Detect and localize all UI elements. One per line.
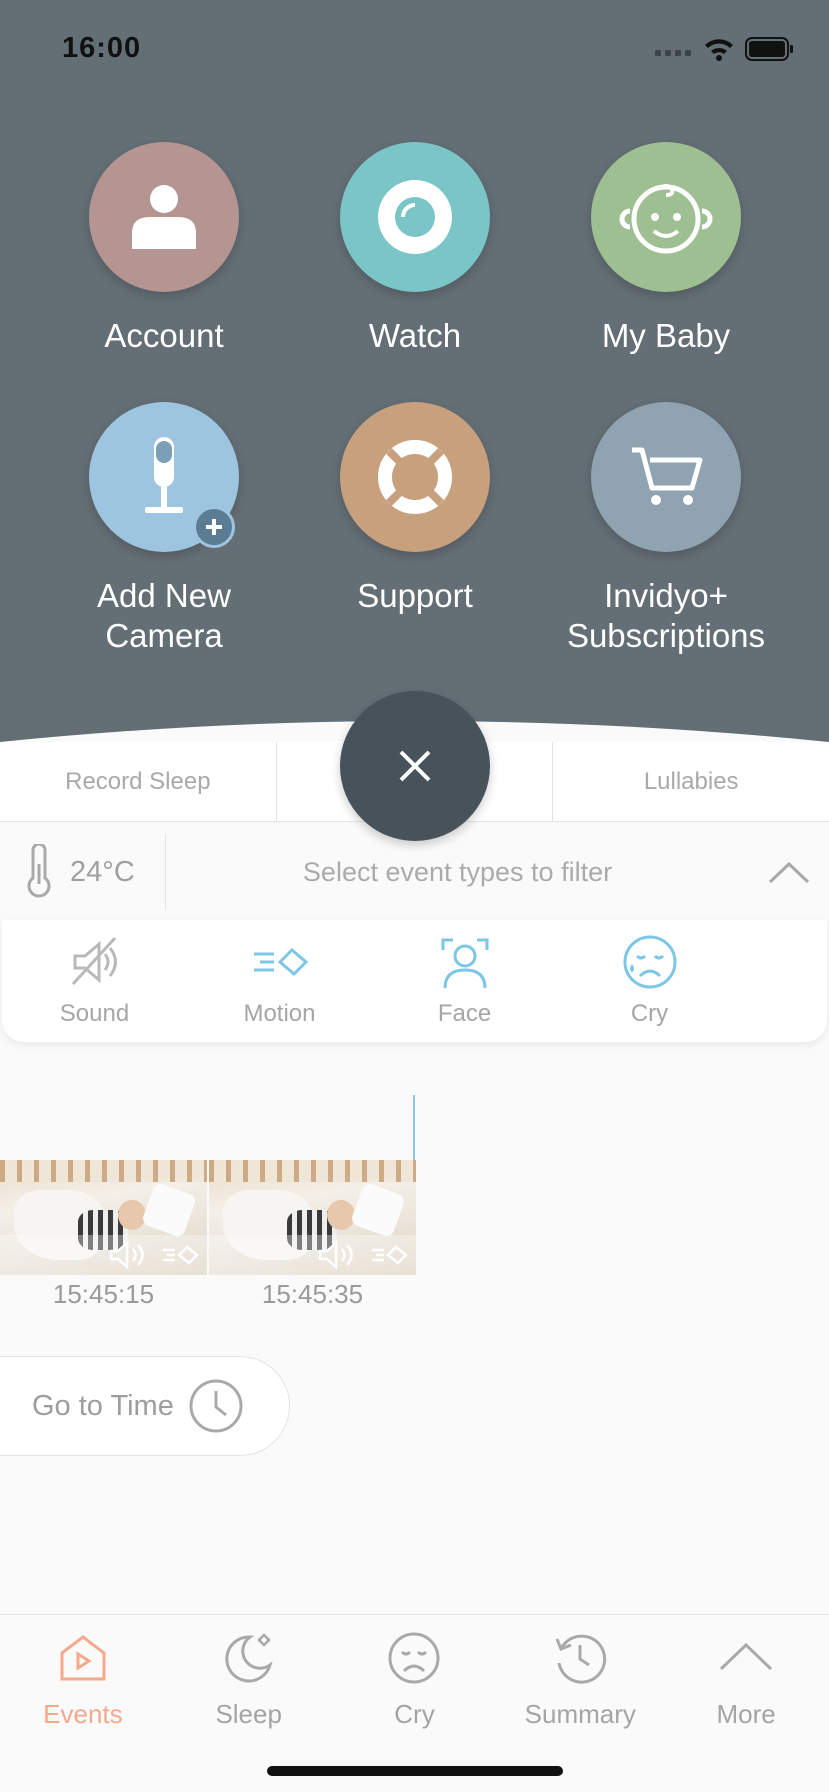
person-icon	[132, 185, 196, 249]
filter-face[interactable]: Face	[372, 932, 557, 1042]
events-icon	[60, 1635, 106, 1681]
camera-lens-icon	[378, 180, 452, 254]
face-detect-icon	[441, 938, 488, 989]
battery-icon	[745, 37, 793, 61]
sound-icon	[318, 1240, 353, 1270]
watch-button[interactable]	[340, 142, 490, 292]
clock-icon	[189, 1379, 243, 1433]
event-thumbnail[interactable]: 15:45:15	[0, 1160, 207, 1311]
account-button[interactable]	[89, 142, 239, 292]
plus-icon	[206, 519, 222, 535]
event-snapshot	[209, 1160, 416, 1275]
nav-more[interactable]: More	[663, 1615, 829, 1792]
my-baby-button[interactable]	[591, 142, 741, 292]
status-bar: 16:00	[0, 28, 829, 72]
support-label: Support	[357, 577, 473, 614]
filter-motion-label: Motion	[243, 1000, 316, 1027]
nav-cry-label: Cry	[394, 1699, 435, 1729]
nav-more-label: More	[716, 1699, 776, 1729]
motion-icon	[372, 1245, 408, 1265]
filter-sound-label: Sound	[59, 1000, 130, 1027]
menu-account[interactable]: Account	[39, 142, 289, 356]
filter-cry[interactable]: Cry	[557, 932, 742, 1042]
subscriptions-label: Invidyo+ Subscriptions	[566, 577, 766, 654]
nav-events-label: Events	[43, 1699, 123, 1729]
nav-sleep-label: Sleep	[215, 1699, 282, 1729]
crying-face-icon	[623, 935, 676, 989]
filter-motion[interactable]: Motion	[187, 932, 372, 1042]
watch-label: Watch	[368, 317, 462, 354]
support-button[interactable]	[340, 402, 490, 552]
my-baby-label: My Baby	[601, 317, 731, 354]
cart-icon	[632, 447, 703, 505]
sound-off-icon	[71, 936, 117, 986]
status-time: 16:00	[62, 32, 142, 64]
wifi-icon	[705, 39, 733, 61]
subscriptions-button[interactable]	[591, 402, 741, 552]
event-time: 15:45:15	[52, 1279, 155, 1309]
moon-icon	[225, 1633, 273, 1683]
go-to-time-button[interactable]: Go to Time	[0, 1356, 290, 1456]
nav-summary-label: Summary	[524, 1699, 636, 1729]
chevron-up-icon	[768, 861, 810, 884]
add-camera-button[interactable]	[89, 402, 239, 552]
motion-icon	[163, 1245, 199, 1265]
account-label: Account	[104, 317, 224, 354]
crying-face-icon	[388, 1632, 440, 1684]
baby-face-icon	[619, 184, 713, 254]
go-to-time-label: Go to Time	[32, 1389, 174, 1422]
filter-sound[interactable]: Sound	[2, 932, 187, 1042]
event-type-filter-card: Sound Motion Face Cry	[2, 920, 827, 1042]
home-indicator	[267, 1766, 563, 1776]
menu-support[interactable]: Support	[290, 402, 540, 616]
collapse-filter-button[interactable]	[749, 842, 829, 902]
menu-add-camera[interactable]: Add New Camera	[39, 402, 289, 656]
event-thumbnails: 15:45:15 15:45:35	[0, 1160, 418, 1311]
history-icon	[555, 1634, 607, 1684]
chevron-up-icon	[720, 1642, 773, 1671]
menu-my-baby[interactable]: My Baby	[541, 142, 791, 356]
event-thumbnail[interactable]: 15:45:35	[209, 1160, 416, 1311]
filter-cry-label: Cry	[630, 1000, 669, 1027]
temperature-value: 24°C	[70, 855, 135, 888]
menu-subscriptions[interactable]: Invidyo+ Subscriptions	[541, 402, 791, 656]
menu-watch[interactable]: Watch	[290, 142, 540, 356]
event-time: 15:45:35	[261, 1279, 364, 1309]
quick-menu-overlay: 16:00 Account Watch My Baby Add New Came…	[0, 0, 829, 770]
lifebuoy-icon	[378, 440, 452, 514]
close-icon	[399, 750, 431, 782]
signal-icon	[655, 50, 691, 56]
temperature-readout: 24°C	[0, 834, 166, 910]
filter-face-label: Face	[437, 1000, 492, 1027]
nav-events[interactable]: Events	[0, 1615, 166, 1792]
camera-stand-icon	[145, 437, 183, 513]
sound-icon	[109, 1240, 144, 1270]
thermometer-icon	[27, 844, 51, 898]
close-menu-button[interactable]	[340, 691, 490, 841]
event-snapshot	[0, 1160, 207, 1275]
status-icons	[655, 36, 795, 62]
add-badge	[193, 506, 235, 548]
event-filter-prompt[interactable]: Select event types to filter	[166, 857, 749, 888]
motion-icon	[253, 947, 308, 977]
add-camera-label: Add New Camera	[97, 577, 231, 654]
